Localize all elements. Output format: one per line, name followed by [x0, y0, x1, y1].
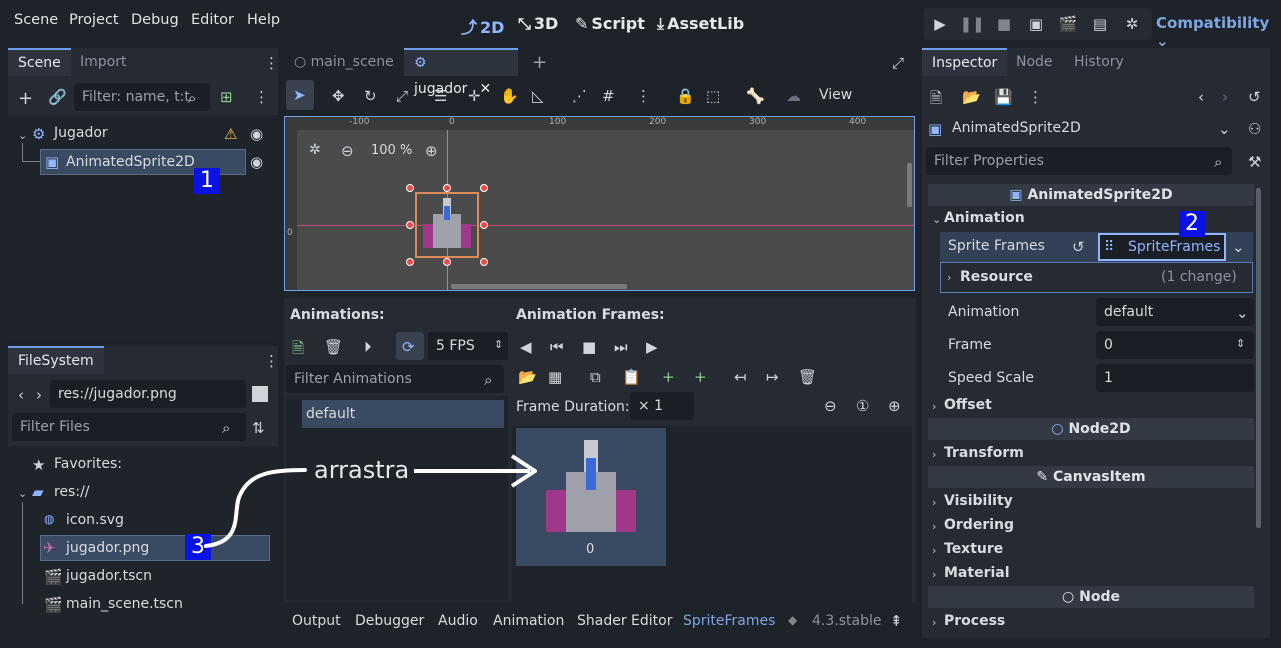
history-icon[interactable]: ↺ [1248, 88, 1261, 106]
version-label: 4.3.stable [812, 613, 882, 629]
group-visibility[interactable]: Visibility [944, 493, 1013, 509]
tab-history[interactable]: History [1064, 48, 1134, 76]
section-canvasitem: ✎ CanvasItem [928, 466, 1254, 488]
marker-2: 2 [1179, 211, 1205, 237]
node-icon: ○ [1062, 589, 1080, 605]
sprite-frames-resource-button[interactable]: ⠿ SpriteFrames [1098, 233, 1226, 261]
tab-node[interactable]: Node [1006, 48, 1063, 76]
group-ordering[interactable]: Ordering [944, 517, 1014, 533]
expand-panel-icon[interactable]: ⇞ [890, 612, 903, 630]
resource-subgroup[interactable]: › Resource (1 change) [940, 262, 1253, 293]
tab-audio[interactable]: Audio [438, 613, 478, 629]
group-animation[interactable]: Animation [944, 210, 1025, 226]
animated-sprite-icon: ▣ [1009, 187, 1028, 203]
chevron-down-icon[interactable]: ⌄ [1232, 238, 1245, 256]
new-resource-icon[interactable]: 🗎 [930, 88, 942, 113]
section-node2d: ○ Node2D [928, 418, 1254, 440]
section-animatedsprite2d: ▣ AnimatedSprite2D [928, 184, 1254, 206]
tab-animation[interactable]: Animation [493, 613, 564, 629]
collapse-icon[interactable]: ⌄ [932, 213, 941, 226]
expand-icon: › [947, 271, 952, 284]
prop-frame-label: Frame [948, 337, 992, 353]
chevron-down-icon: ⌄ [1236, 304, 1249, 322]
tab-spriteframes[interactable]: SpriteFrames [683, 613, 775, 629]
drag-label: arrastra [314, 456, 410, 484]
expand-icon: › [932, 448, 937, 461]
spriteframes-icon: ⠿ [1104, 239, 1115, 255]
group-offset[interactable]: Offset [944, 397, 992, 413]
node2d-icon: ○ [1051, 421, 1069, 437]
sprite-frames-property: Sprite Frames ↺ ⠿ SpriteFrames ⌄ [940, 232, 1253, 262]
expand-icon: › [932, 520, 937, 533]
group-process[interactable]: Process [944, 613, 1005, 629]
tab-debugger[interactable]: Debugger [355, 613, 424, 629]
forward-icon[interactable]: › [1222, 88, 1228, 106]
tab-inspector[interactable]: Inspector [922, 48, 1008, 76]
tab-output[interactable]: Output [292, 613, 341, 629]
object-properties-icon[interactable]: ⚇ [1248, 120, 1261, 138]
expand-icon: › [932, 568, 937, 581]
animated-sprite-icon: ▣ [928, 120, 943, 138]
filter-properties-input[interactable]: Filter Properties [926, 147, 1232, 175]
inspector-scrollbar[interactable] [1256, 188, 1261, 528]
canvasitem-icon: ✎ [1036, 469, 1053, 485]
godot-icon: ◆ [788, 613, 798, 627]
expand-icon: › [932, 496, 937, 509]
save-icon[interactable]: 💾 [994, 88, 1013, 106]
prop-animation-select[interactable]: default [1096, 298, 1254, 326]
expand-icon: › [932, 544, 937, 557]
open-folder-icon[interactable]: 📂 [962, 88, 981, 106]
expand-icon: › [932, 400, 937, 413]
bottom-panel-tabs: Output Debugger Audio Animation Shader E… [284, 606, 916, 634]
search-icon: ⌕ [1214, 153, 1223, 171]
tools-icon[interactable]: ⚒ [1248, 153, 1261, 171]
spin-arrows-icon[interactable]: ⇕ [1236, 337, 1245, 350]
prop-animation-label: Animation [948, 304, 1020, 320]
expand-icon: › [932, 616, 937, 629]
sprite-frames-label: Sprite Frames [948, 238, 1045, 254]
group-material[interactable]: Material [944, 565, 1010, 581]
group-transform[interactable]: Transform [944, 445, 1024, 461]
prop-speed-scale-label: Speed Scale [948, 370, 1035, 386]
tab-shader-editor[interactable]: Shader Editor [577, 613, 672, 629]
revert-icon[interactable]: ↺ [1072, 238, 1085, 256]
kebab-icon[interactable]: ⋮ [1028, 88, 1043, 106]
drag-curve [204, 468, 307, 548]
prop-frame-spinbox[interactable]: 0 [1096, 331, 1254, 359]
prop-speed-scale-input[interactable]: 1 [1096, 364, 1254, 392]
back-icon[interactable]: ‹ [1198, 88, 1204, 106]
section-node: ○ Node [928, 586, 1254, 608]
object-name[interactable]: AnimatedSprite2D [952, 120, 1081, 136]
group-texture[interactable]: Texture [944, 541, 1003, 557]
chevron-down-icon[interactable]: ⌄ [1218, 120, 1231, 138]
